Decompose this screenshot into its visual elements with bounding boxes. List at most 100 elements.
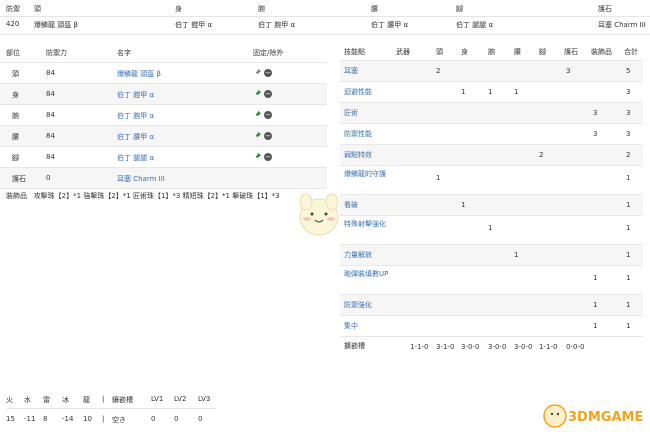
- col-fix-exclude: 固定/除外: [253, 49, 284, 57]
- equipment-name-link[interactable]: 耳塞 Charm III: [117, 174, 165, 184]
- resist-value: 8: [43, 415, 48, 423]
- skill-name-link[interactable]: 看破: [344, 199, 406, 211]
- pin-icon[interactable]: [253, 110, 262, 119]
- resist-divider: [6, 408, 216, 409]
- skill-cell: 1: [488, 224, 493, 232]
- skill-name-link[interactable]: 匠術: [344, 107, 406, 119]
- resist-value: -14: [62, 415, 74, 423]
- equipment-defense: 84: [46, 111, 55, 119]
- summary-head-leg: 腳: [456, 5, 463, 13]
- skill-name-link[interactable]: 特殊射擊強化: [344, 218, 406, 230]
- slot-cell: 1-1-0: [410, 343, 429, 351]
- skill-row: 爆鱗龍的守護 1 1: [340, 166, 643, 195]
- skill-name-link[interactable]: 力量解放: [344, 249, 406, 261]
- summary-head-arm: 腕: [258, 5, 265, 13]
- equipment-defense: 84: [46, 132, 55, 140]
- skill-row: 力量解放 1 1: [340, 245, 643, 266]
- skill-name-link[interactable]: 防禦性能: [344, 128, 406, 140]
- resist-value: -11: [24, 415, 36, 423]
- equipment-row: 腰 84 伯丁 腰甲 α −: [0, 126, 327, 147]
- resist-value: 空き: [112, 416, 126, 424]
- skill-row: 防禦強化 1 1: [340, 295, 643, 316]
- resist-header: 冰: [62, 396, 69, 404]
- equipment-row: 腕 84 伯丁 腕甲 α −: [0, 105, 327, 126]
- skill-row: 特殊射擊強化 1 1: [340, 216, 643, 245]
- col-name: 名字: [117, 49, 131, 57]
- skill-cell: 1: [593, 301, 598, 309]
- summary-head-head: 頭: [34, 5, 41, 13]
- skill-row: 集中 1 1: [340, 316, 643, 337]
- skill-row: 防禦性能 3 3: [340, 124, 643, 145]
- col-leg: 腳: [539, 48, 546, 56]
- pin-icon[interactable]: [253, 152, 262, 161]
- exclude-icon[interactable]: −: [264, 132, 272, 140]
- equipment-table: 部位 防禦力 名字 固定/除外 頭 84 爆鱗龍 頭盔 β − 身 84 伯丁 鎧甲 α − 腕…: [0, 44, 327, 189]
- summary-head-defense: 防禦: [6, 5, 20, 13]
- skill-cell: 1: [626, 201, 631, 209]
- equipment-row: 頭 84 爆鱗龍 頭盔 β −: [0, 63, 327, 84]
- pin-icon[interactable]: [253, 89, 262, 98]
- summary-head-waist: 腰: [371, 5, 378, 13]
- resist-value: 0: [151, 415, 156, 423]
- skill-cell: 1: [626, 322, 631, 330]
- equipment-name-link[interactable]: 伯丁 鎧甲 α: [117, 90, 154, 100]
- equipment-name-link[interactable]: 伯丁 腿腿 α: [117, 153, 154, 163]
- equipment-name-link[interactable]: 伯丁 腕甲 α: [117, 111, 154, 121]
- decoration-text: 攻擊珠【2】*1 強擊珠【2】*1 匠術珠【1】*3 精短珠【2】*1 擊破珠【…: [33, 192, 280, 200]
- resist-header: 火: [6, 396, 13, 404]
- equipment-defense: 84: [46, 69, 55, 77]
- slot-cell: 3-0-0: [488, 343, 507, 351]
- equipment-name-link[interactable]: 伯丁 腰甲 α: [117, 132, 154, 142]
- skill-cell: 1: [626, 251, 631, 259]
- skill-cell: 5: [626, 67, 631, 75]
- summary-leg-value: 伯丁 腿腿 α: [456, 21, 494, 29]
- decoration-line: 裝飾品 攻擊珠【2】*1 強擊珠【2】*1 匠術珠【1】*3 精短珠【2】*1 …: [6, 191, 280, 201]
- skill-header-row: 技能點 武器 頭 身 腕 腰 腳 護石 裝飾品 合計: [340, 44, 643, 61]
- resist-header: 鑲嵌槽: [112, 396, 133, 404]
- pin-icon[interactable]: [253, 131, 262, 140]
- summary-charm-value: 耳塞 Charm III: [598, 21, 646, 29]
- equipment-row: 腳 84 伯丁 腿腿 α −: [0, 147, 327, 168]
- skill-name-link[interactable]: 集中: [344, 320, 406, 332]
- equipment-part: 頭: [12, 70, 19, 78]
- slot-label: 擴嵌槽: [344, 342, 365, 350]
- exclude-icon[interactable]: −: [264, 90, 272, 98]
- col-skill: 技能點: [344, 48, 365, 56]
- skill-row: 砲彈裝填數UP 1 1: [340, 266, 643, 295]
- exclude-icon[interactable]: −: [264, 153, 272, 161]
- summary-head-charm: 護石: [598, 5, 612, 13]
- equipment-part: 身: [12, 91, 19, 99]
- col-body: 身: [461, 48, 468, 56]
- resist-value: 15: [6, 415, 15, 423]
- col-deco: 裝飾品: [591, 48, 612, 56]
- col-head: 頭: [436, 48, 443, 56]
- pin-icon[interactable]: [253, 68, 262, 77]
- resist-header: |: [102, 395, 105, 403]
- watermark-logo: 3DMGAME: [543, 404, 643, 428]
- skill-row: 弱點特效 2 2: [340, 145, 643, 166]
- skill-name-link[interactable]: 爆鱗龍的守護: [344, 168, 406, 180]
- skill-cell: 1: [626, 224, 631, 232]
- summary-values: 420 爆鱗龍 頭盔 β 伯丁 鎧甲 α 伯丁 腕甲 α 伯丁 腰甲 α 伯丁 …: [0, 16, 650, 35]
- equipment-name-link[interactable]: 爆鱗龍 頭盔 β: [117, 69, 161, 79]
- summary-header: 防禦 頭 身 腕 腰 腳 護石: [0, 0, 650, 17]
- skill-table: 技能點 武器 頭 身 腕 腰 腳 護石 裝飾品 合計 耳塞 2 3 5 迴避性能 1 1 1 3…: [340, 44, 643, 371]
- slot-cell: 0-0-0: [566, 343, 585, 351]
- skill-name-link[interactable]: 迴避性能: [344, 86, 406, 98]
- exclude-icon[interactable]: −: [264, 111, 272, 119]
- skill-name-link[interactable]: 砲彈裝填數UP: [344, 268, 406, 280]
- exclude-icon[interactable]: −: [264, 69, 272, 77]
- resist-value: |: [102, 415, 105, 423]
- col-waist: 腰: [514, 48, 521, 56]
- skill-name-link[interactable]: 耳塞: [344, 65, 406, 77]
- col-defense: 防禦力: [46, 49, 67, 57]
- mascot-illustration: [299, 193, 339, 236]
- summary-head-body: 身: [175, 5, 182, 13]
- summary-arm-value: 伯丁 腕甲 α: [258, 21, 296, 29]
- skill-name-link[interactable]: 防禦強化: [344, 299, 406, 311]
- equipment-row: 護石 0 耳塞 Charm III: [0, 168, 327, 189]
- skill-name-link[interactable]: 弱點特效: [344, 149, 406, 161]
- equipment-part: 護石: [12, 175, 26, 183]
- skill-row: 匠術 3 3: [340, 103, 643, 124]
- col-weapon: 武器: [396, 48, 410, 56]
